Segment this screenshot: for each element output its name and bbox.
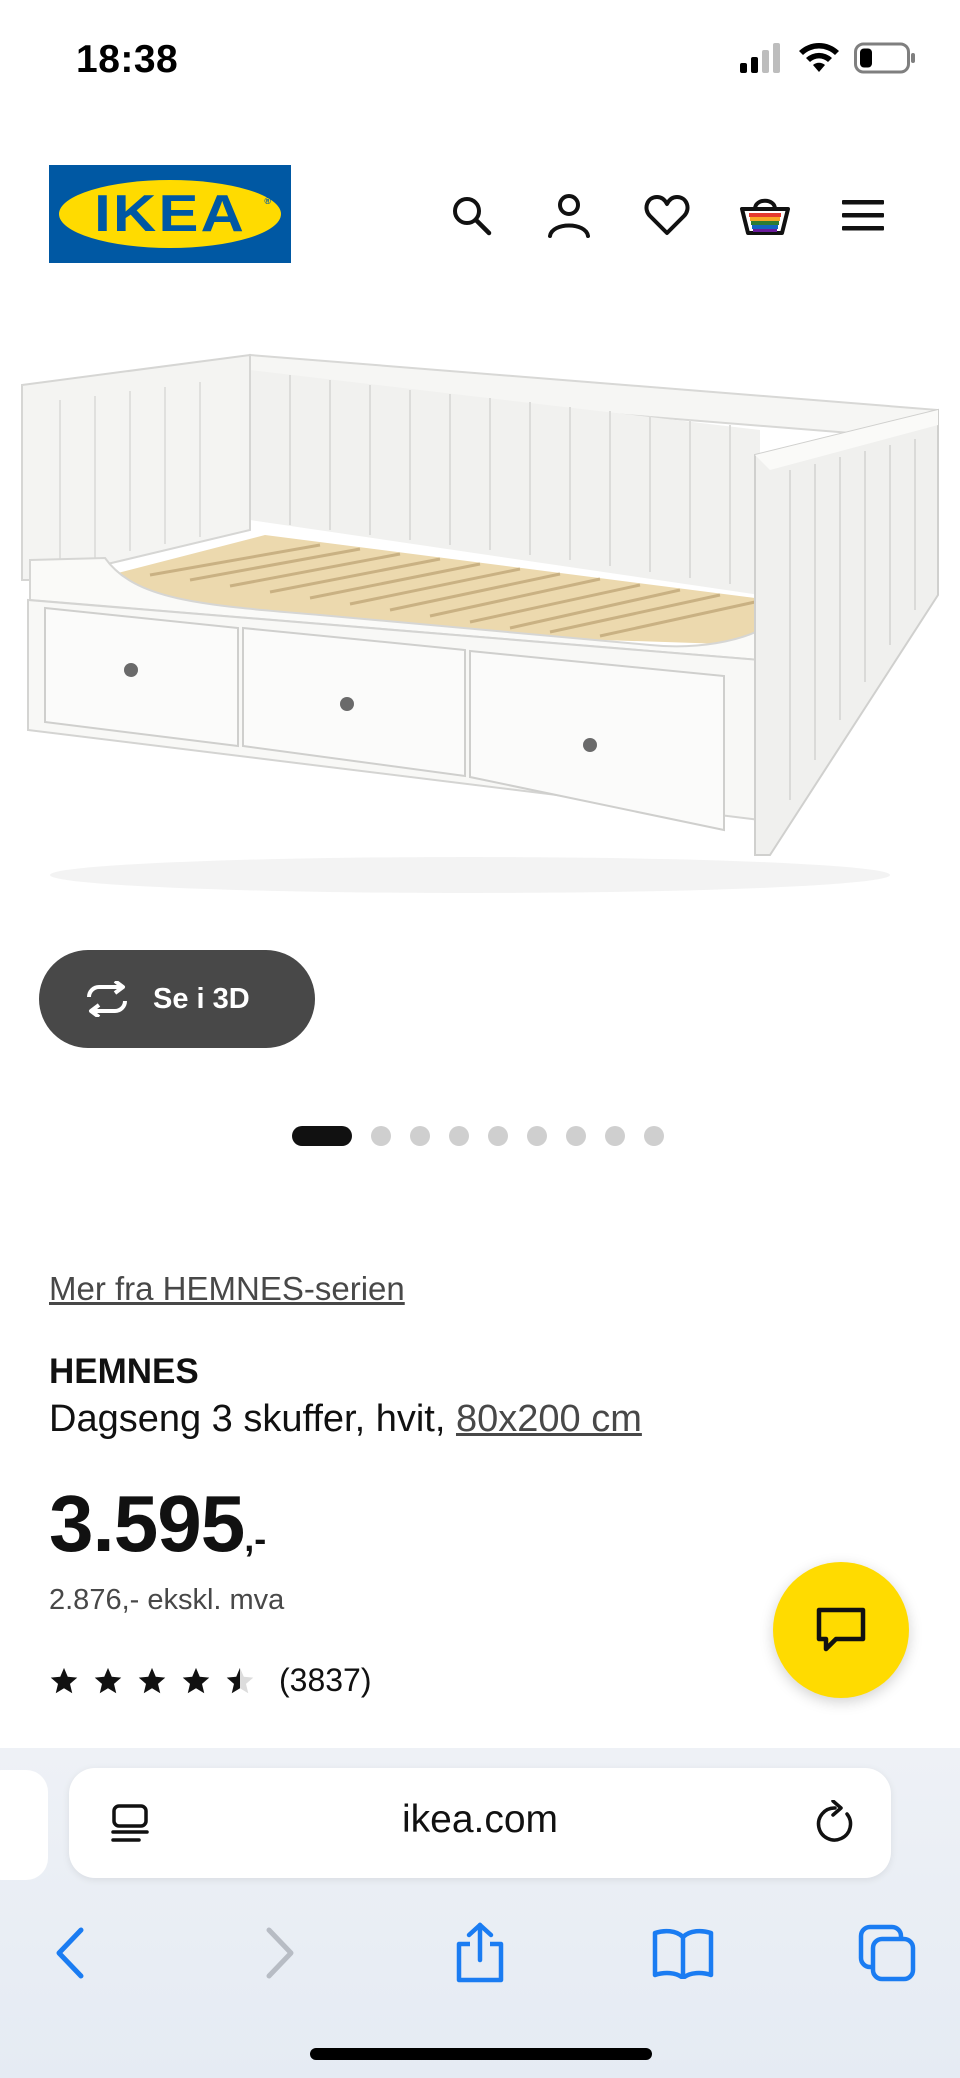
carousel-dot[interactable]: [605, 1126, 625, 1146]
carousel-dot[interactable]: [371, 1126, 391, 1146]
price-excl-vat: 2.876,- ekskl. mva: [49, 1584, 285, 1616]
rating-stars: [49, 1666, 255, 1696]
star-icon: [50, 1667, 78, 1693]
price-suffix: ,-: [244, 1518, 267, 1559]
product-description: Dagseng 3 skuffer, hvit, 80x200 cm: [49, 1398, 642, 1441]
view-in-3d-button[interactable]: Se i 3D: [39, 950, 315, 1048]
star-icon: [182, 1667, 210, 1693]
carousel-dot-active[interactable]: [292, 1126, 352, 1146]
chat-button[interactable]: [773, 1562, 909, 1698]
carousel-dot[interactable]: [410, 1126, 430, 1146]
star-icon: [138, 1667, 166, 1693]
share-icon[interactable]: [445, 1918, 515, 1988]
signal-icon: [740, 43, 780, 73]
logo-oval: IKEA ®: [59, 180, 281, 248]
reload-icon[interactable]: [813, 1799, 857, 1851]
browser-toolbar: [0, 1898, 960, 1988]
status-time: 18:38: [76, 38, 179, 81]
price-amount: 3.595: [49, 1479, 245, 1568]
rating-count: (3837): [279, 1662, 372, 1698]
product-image[interactable]: [0, 330, 960, 930]
account-icon[interactable]: [520, 187, 618, 243]
product-name: HEMNES: [49, 1352, 199, 1391]
wifi-icon: [799, 43, 839, 72]
carousel-dot[interactable]: [566, 1126, 586, 1146]
menu-icon[interactable]: [814, 187, 912, 243]
back-icon[interactable]: [36, 1918, 106, 1988]
rotate-3d-icon: [87, 981, 127, 1017]
header-nav: [422, 187, 912, 243]
previous-tab-peek[interactable]: [0, 1770, 48, 1880]
url-text: ikea.com: [401, 1798, 559, 1841]
bookmarks-icon[interactable]: [648, 1918, 718, 1988]
product-description-text: Dagseng 3 skuffer, hvit,: [49, 1398, 456, 1440]
tabs-icon[interactable]: [852, 1918, 922, 1988]
carousel-dot[interactable]: [488, 1126, 508, 1146]
site-header: IKEA ®: [0, 165, 960, 265]
ikea-logo[interactable]: IKEA ®: [49, 165, 291, 263]
half-star-icon: [226, 1667, 254, 1693]
view-in-3d-label: Se i 3D: [153, 982, 250, 1015]
size-link[interactable]: 80x200 cm: [456, 1398, 642, 1440]
price: 3.595 ,-: [49, 1478, 266, 1570]
forward-icon[interactable]: [244, 1918, 314, 1988]
address-bar[interactable]: ikea.com: [69, 1768, 891, 1878]
home-indicator: [310, 2048, 652, 2060]
carousel-dot[interactable]: [449, 1126, 469, 1146]
battery-icon: [854, 42, 915, 74]
rating[interactable]: (3837): [49, 1662, 372, 1699]
star-icon: [94, 1667, 122, 1693]
status-icons: [740, 42, 916, 74]
carousel-dot[interactable]: [527, 1126, 547, 1146]
heart-icon[interactable]: [618, 187, 716, 243]
registered-mark: ®: [264, 196, 271, 206]
series-link[interactable]: Mer fra HEMNES-serien: [49, 1270, 405, 1308]
status-bar: 18:38: [0, 0, 960, 120]
carousel-indicator: [292, 1126, 683, 1146]
browser-bottom-bar: ikea.com: [0, 1748, 960, 2078]
search-icon[interactable]: [422, 187, 520, 243]
carousel-dot[interactable]: [644, 1126, 664, 1146]
chat-icon: [816, 1607, 866, 1652]
logo-text: IKEA: [93, 185, 247, 243]
basket-icon[interactable]: [716, 187, 814, 243]
